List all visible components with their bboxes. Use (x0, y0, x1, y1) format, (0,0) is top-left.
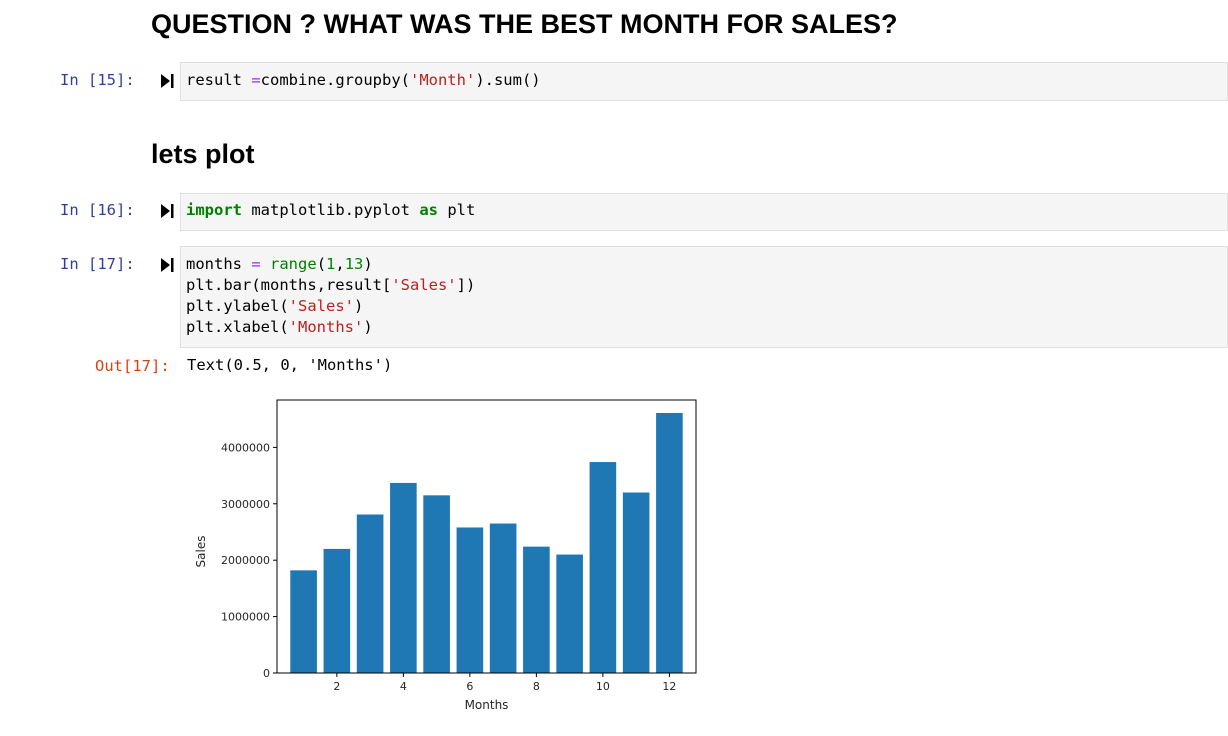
output-text: Text(0.5, 0, 'Months') (187, 356, 393, 374)
bar-month-5 (423, 495, 450, 673)
code-line: plt.xlabel('Months') (186, 318, 373, 336)
step-run-icon[interactable] (159, 256, 175, 274)
x-axis-label: Months (465, 698, 509, 712)
bar-month-12 (656, 412, 683, 673)
x-tick-label: 12 (662, 680, 676, 693)
code-line: plt.bar(months,result['Sales']) (186, 276, 476, 294)
y-tick-label: 2000000 (221, 554, 270, 567)
bar-month-7 (489, 523, 517, 673)
code-block: months = range(1,13) plt.bar(months,resu… (186, 254, 475, 338)
y-axis-label: Sales (194, 536, 208, 568)
y-tick-label: 4000000 (221, 441, 270, 454)
bar-month-3 (356, 514, 384, 673)
input-prompt-15: In [15]: (60, 71, 135, 89)
bar-month-4 (390, 482, 417, 673)
code-line: import matplotlib.pyplot as plt (186, 201, 476, 219)
input-prompt-17: In [17]: (60, 255, 135, 273)
output-prompt-17: Out[17]: (95, 357, 170, 375)
input-prompt-16: In [16]: (60, 201, 135, 219)
x-tick-label: 2 (333, 680, 340, 693)
step-run-icon[interactable] (159, 202, 175, 220)
bar-month-10 (589, 462, 617, 673)
x-tick-label: 4 (400, 680, 407, 693)
bar-month-8 (523, 546, 550, 673)
sales-bar-chart: 0 1000000 2000000 3000000 4000000 2 4 6 8 10 12 M… (194, 399, 697, 712)
bar-month-6 (456, 527, 484, 673)
bar-month-1 (290, 570, 317, 673)
question-heading: QUESTION ? WHAT WAS THE BEST MONTH FOR S… (151, 9, 898, 39)
step-run-icon[interactable] (159, 72, 175, 90)
y-tick-label: 1000000 (221, 611, 270, 624)
code-line: months = range(1,13) (186, 255, 373, 273)
plot-heading: lets plot (151, 139, 255, 169)
y-tick-label: 0 (263, 667, 270, 680)
bar-month-2 (323, 548, 351, 673)
bar-month-9 (556, 554, 583, 673)
code-line: result =combine.groupby('Month').sum() (186, 71, 541, 89)
x-tick-label: 10 (596, 680, 610, 693)
code-line: plt.ylabel('Sales') (186, 297, 364, 315)
y-tick-label: 3000000 (221, 498, 270, 511)
x-tick-label: 8 (533, 680, 540, 693)
x-tick-label: 6 (466, 680, 473, 693)
bar-month-11 (622, 492, 650, 673)
